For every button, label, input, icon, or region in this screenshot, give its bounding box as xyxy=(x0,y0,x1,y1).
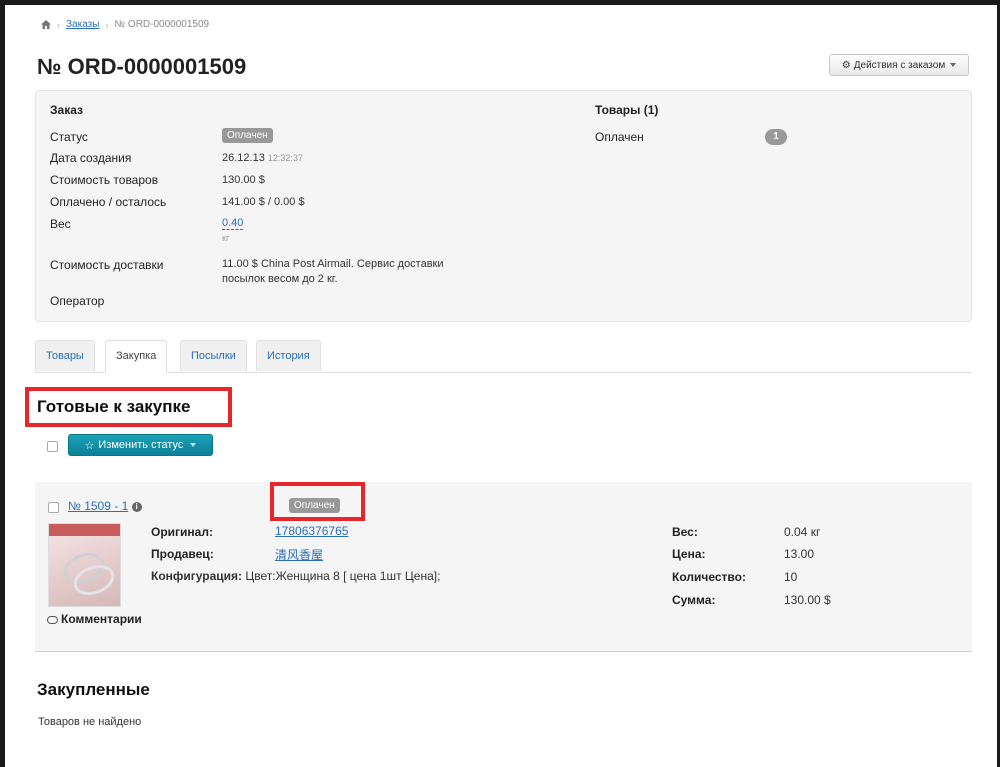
item-qty-label: Количество: xyxy=(672,570,746,584)
weight-value: 0.40 xyxy=(222,217,244,230)
created-value: 26.12.13 12:32:37 xyxy=(222,152,303,164)
item-weight-label: Вес: xyxy=(672,525,698,539)
weight-edit-link[interactable]: 0.40 xyxy=(222,217,244,230)
purchased-section-title: Закупленные xyxy=(37,680,150,699)
item-sum-label: Сумма: xyxy=(672,593,716,607)
goods-heading: Товары (1) xyxy=(595,103,659,117)
comments-link[interactable]: Комментарии xyxy=(47,612,142,626)
item-status-badge: Оплачен xyxy=(289,498,340,513)
product-image[interactable] xyxy=(48,523,121,607)
breadcrumb-separator: › xyxy=(57,19,60,30)
item-qty-value: 10 xyxy=(784,570,798,584)
delivery-value-line1: 11.00 $ China Post Airmail. Сервис доста… xyxy=(222,258,444,270)
original-label: Оригинал: xyxy=(151,525,213,539)
change-status-label: Изменить статус xyxy=(98,439,184,451)
page-title: № ORD-0000001509 xyxy=(37,54,247,79)
comments-label: Комментарии xyxy=(61,612,142,626)
change-status-button[interactable]: ☆ Изменить статус xyxy=(68,434,213,456)
item-checkbox[interactable] xyxy=(48,502,59,513)
status-badge: Оплачен xyxy=(222,128,273,143)
breadcrumb-separator: › xyxy=(105,19,109,30)
gear-icon: ⚙ xyxy=(841,59,851,71)
select-all-checkbox[interactable] xyxy=(47,441,58,452)
status-value: Оплачен xyxy=(222,128,273,143)
order-actions-button[interactable]: ⚙ Действия с заказом xyxy=(829,54,969,76)
star-icon: ☆ xyxy=(84,439,95,452)
created-label: Дата создания xyxy=(50,151,132,165)
purchase-item-row xyxy=(35,482,972,652)
item-price-label: Цена: xyxy=(672,547,706,561)
order-tabs: Товары Закупка Посылки История xyxy=(35,340,972,373)
window-frame-top xyxy=(0,0,1000,5)
goods-cost-value: 130.00 $ xyxy=(222,174,265,186)
order-heading: Заказ xyxy=(50,103,83,117)
ready-section-title: Готовые к закупке xyxy=(37,397,191,416)
created-date: 26.12.13 xyxy=(222,152,265,164)
breadcrumb-current: № ORD-0000001509 xyxy=(114,19,210,30)
paid-value: 141.00 $ / 0.00 $ xyxy=(222,196,305,208)
item-number-link[interactable]: № 1509 - 1 xyxy=(68,499,128,513)
home-icon[interactable] xyxy=(41,20,51,29)
chevron-down-icon xyxy=(190,443,197,447)
weight-unit: кг xyxy=(222,233,230,243)
comment-icon xyxy=(47,615,58,624)
config-value: Цвет:Женщина 8 [ цена 1шт Цена]; xyxy=(245,569,441,583)
tab-history[interactable]: История xyxy=(256,340,321,371)
paid-label: Оплачено / осталось xyxy=(50,195,167,209)
breadcrumb: › Заказы › № ORD-0000001509 xyxy=(41,19,209,30)
weight-label: Вес xyxy=(50,217,71,231)
item-status: Оплачен xyxy=(289,497,340,513)
order-actions-label: Действия с заказом xyxy=(853,59,946,71)
tab-purchase[interactable]: Закупка xyxy=(105,340,168,373)
goods-status-label: Оплачен xyxy=(595,130,644,144)
breadcrumb-orders-link[interactable]: Заказы xyxy=(66,19,99,30)
status-label: Статус xyxy=(50,130,88,144)
delivery-label: Стоимость доставки xyxy=(50,258,164,272)
chevron-down-icon xyxy=(950,63,957,67)
order-info-panel: Заказ Товары (1) Статус Оплачен Оплачен … xyxy=(35,90,972,322)
original-link[interactable]: 17806376765 xyxy=(275,524,348,538)
item-number: № 1509 - 1 i xyxy=(68,499,142,513)
tab-parcels[interactable]: Посылки xyxy=(180,340,247,371)
item-price-value: 13.00 xyxy=(784,547,815,561)
seller-link[interactable]: 清风香屋 xyxy=(275,546,323,563)
purchased-empty-text: Товаров не найдено xyxy=(38,716,142,728)
goods-cost-label: Стоимость товаров xyxy=(50,173,159,187)
window-frame-left xyxy=(0,0,5,767)
delivery-value-line2: посылок весом до 2 кг. xyxy=(222,273,338,285)
goods-count-badge: 1 xyxy=(765,129,787,145)
config-label: Конфигурация: xyxy=(151,569,243,583)
created-time: 12:32:37 xyxy=(267,153,303,163)
item-sum-value: 130.00 $ xyxy=(784,593,831,607)
item-weight-value: 0.04 кг xyxy=(784,525,821,539)
operator-label: Оператор xyxy=(50,294,105,308)
info-icon[interactable]: i xyxy=(131,501,142,512)
tab-goods[interactable]: Товары xyxy=(35,340,95,371)
seller-label: Продавец: xyxy=(151,547,214,561)
config-line: Конфигурация: Цвет:Женщина 8 [ цена 1шт … xyxy=(151,569,440,583)
